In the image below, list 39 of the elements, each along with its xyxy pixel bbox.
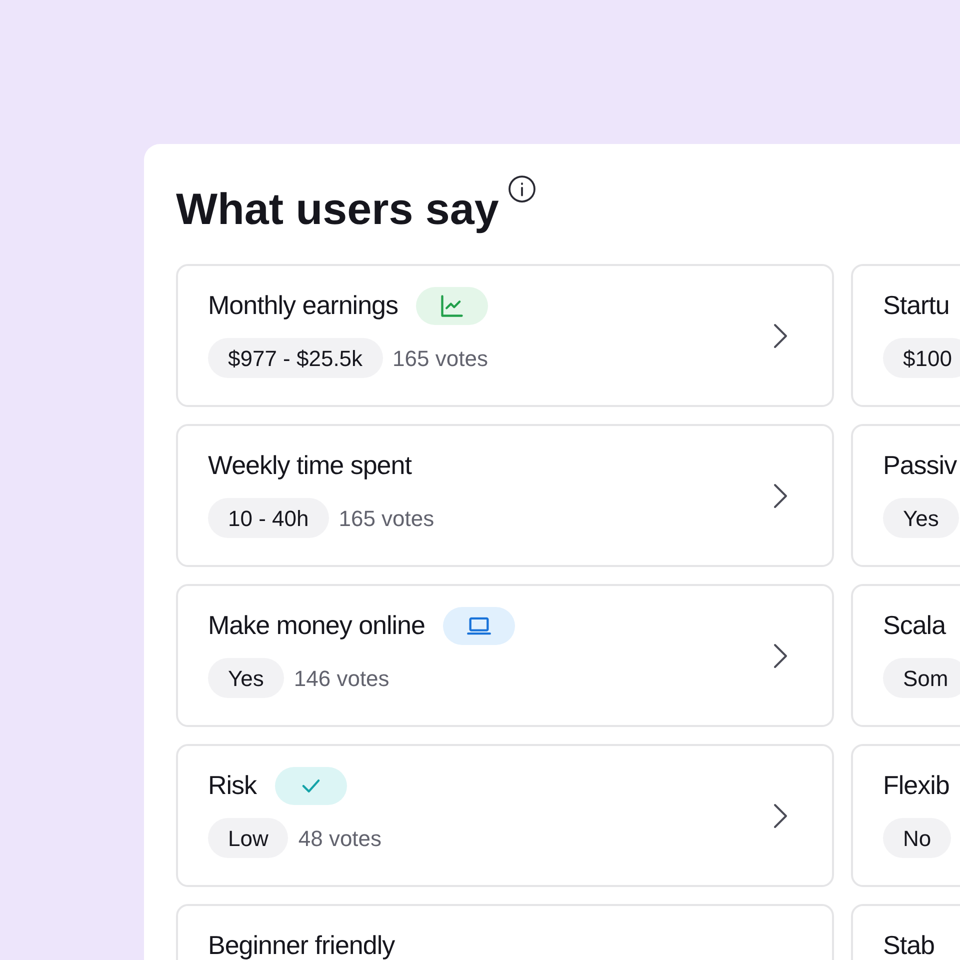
value-chip: Yes [883,498,959,538]
card-title: Monthly earnings [208,291,398,321]
card-title: Flexib [883,771,950,801]
chevron-right-icon [772,482,788,510]
card[interactable]: Weekly time spent 10 - 40h 165 votes [176,424,834,567]
vote-count: 165 votes [392,344,488,372]
vote-count: 165 votes [338,504,434,532]
vote-count: 48 votes [298,824,382,852]
value-chip: Yes [208,658,284,698]
card[interactable]: Risk Low 48 votes [176,744,834,887]
card-title: Weekly time spent [208,451,412,481]
value-chip: $100 [883,338,960,378]
info-icon [506,174,537,204]
chevron-right-icon [772,322,788,350]
card[interactable]: Passiv Yes [851,424,960,567]
card-title: Risk [208,771,257,801]
card-title: Make money online [208,611,425,641]
value-chip: No [883,818,952,858]
card[interactable]: Monthly earnings $977 - $25.5k 165 votes [176,264,834,407]
card[interactable]: Scala Som [851,584,960,727]
vote-count: 146 votes [294,664,390,692]
card[interactable]: Stab [851,904,960,960]
card[interactable]: Startu $100 [851,264,960,407]
card[interactable]: Flexib No [851,744,960,887]
card-title: Passiv [883,451,957,481]
card[interactable]: Beginner friendly [176,904,834,960]
card-title: Stab [883,931,934,960]
chevron-right-icon [772,642,788,670]
value-chip: Som [883,658,960,698]
value-chip: $977 - $25.5k [208,338,383,378]
chevron-right-icon [772,802,788,830]
value-chip: 10 - 40h [208,498,329,538]
section-title: What users say [176,184,499,232]
card[interactable]: Make money online Yes 146 votes [176,584,834,727]
chart-icon [439,293,465,319]
card-title: Beginner friendly [208,931,395,960]
value-chip: Low [208,818,288,858]
card-title: Scala [883,611,946,641]
card-title: Startu [883,291,950,321]
